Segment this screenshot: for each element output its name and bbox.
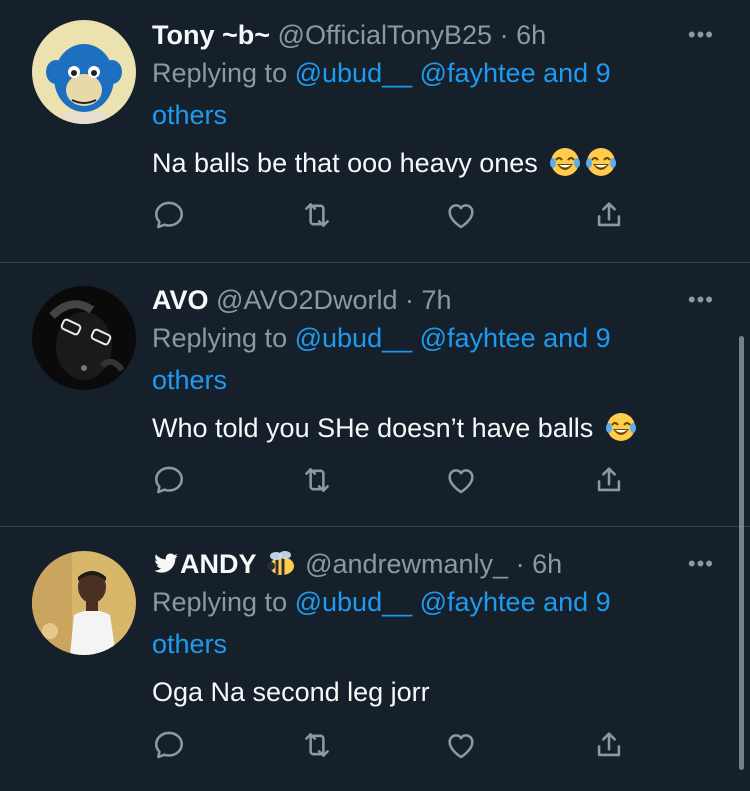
tweet-2[interactable]: AVO @AVO2Dworld · 7h Replying to @ubud__… <box>0 263 750 526</box>
replying-to: Replying to @ubud__ @fayhtee and 9 other… <box>152 581 690 665</box>
more-options-icon[interactable]: ••• <box>688 551 714 577</box>
bee-icon <box>266 551 294 575</box>
replying-to-label: Replying to <box>152 58 288 88</box>
like-icon[interactable] <box>444 463 484 503</box>
avatar[interactable] <box>32 20 136 124</box>
replying-to-label: Replying to <box>152 323 288 353</box>
tweet-text-content: Oga Na second leg jorr <box>152 677 430 707</box>
timestamp[interactable]: · 6h <box>516 549 563 579</box>
avatar[interactable] <box>32 286 136 390</box>
display-name[interactable]: AVO <box>152 285 209 315</box>
tweet-text: Oga Na second leg jorr <box>152 675 690 709</box>
like-icon[interactable] <box>444 728 484 768</box>
display-name[interactable]: ANDY <box>152 549 305 579</box>
retweet-icon[interactable] <box>300 198 340 238</box>
replying-to-users[interactable]: @ubud__ @fayhtee and 9 <box>295 58 611 88</box>
tears-of-joy-emoji-icon <box>550 148 581 176</box>
tears-of-joy-emoji-icon <box>586 148 617 176</box>
replying-to: Replying to @ubud__ @fayhtee and 9 other… <box>152 52 690 136</box>
tweet-text-content: Who told you SHe doesn’t have balls <box>152 413 594 443</box>
display-name[interactable]: Tony ~b~ <box>152 20 270 50</box>
replying-to: Replying to @ubud__ @fayhtee and 9 other… <box>152 317 690 401</box>
scrollbar[interactable] <box>739 336 744 770</box>
retweet-icon[interactable] <box>300 463 340 503</box>
reply-icon[interactable] <box>152 463 192 503</box>
replying-to-users[interactable]: @ubud__ @fayhtee and 9 <box>295 323 611 353</box>
like-icon[interactable] <box>444 198 484 238</box>
user-handle[interactable]: @OfficialTonyB25 <box>278 20 493 50</box>
tweet-text: Na balls be that ooo heavy ones <box>152 146 690 180</box>
share-icon[interactable] <box>592 728 632 768</box>
reply-icon[interactable] <box>152 198 192 238</box>
replying-to-others[interactable]: others <box>152 365 227 395</box>
more-options-icon[interactable]: ••• <box>688 287 714 313</box>
replying-to-others[interactable]: others <box>152 629 227 659</box>
tweet-text: Who told you SHe doesn’t have balls <box>152 411 690 445</box>
user-handle[interactable]: @AVO2Dworld <box>216 285 397 315</box>
timestamp[interactable]: · 7h <box>405 285 452 315</box>
replying-to-users[interactable]: @ubud__ @fayhtee and 9 <box>295 587 611 617</box>
retweet-icon[interactable] <box>300 728 340 768</box>
tweet-1[interactable]: Tony ~b~ @OfficialTonyB25 · 6h Replying … <box>0 0 750 262</box>
replying-to-label: Replying to <box>152 587 288 617</box>
timestamp[interactable]: · 6h <box>500 20 547 50</box>
tears-of-joy-emoji-icon <box>605 413 636 441</box>
share-icon[interactable] <box>592 198 632 238</box>
tweet-3[interactable]: ANDY @andrewmanly_ · 6h Replying to @ubu… <box>0 527 750 791</box>
tweet-text-content: Na balls be that ooo heavy ones <box>152 148 538 178</box>
reply-icon[interactable] <box>152 728 192 768</box>
replying-to-others[interactable]: others <box>152 100 227 130</box>
more-options-icon[interactable]: ••• <box>688 22 714 48</box>
display-name-text: ANDY <box>180 549 257 579</box>
twitter-bird-icon <box>154 553 178 573</box>
user-handle[interactable]: @andrewmanly_ <box>305 549 508 579</box>
avatar[interactable] <box>32 551 136 655</box>
share-icon[interactable] <box>592 463 632 503</box>
